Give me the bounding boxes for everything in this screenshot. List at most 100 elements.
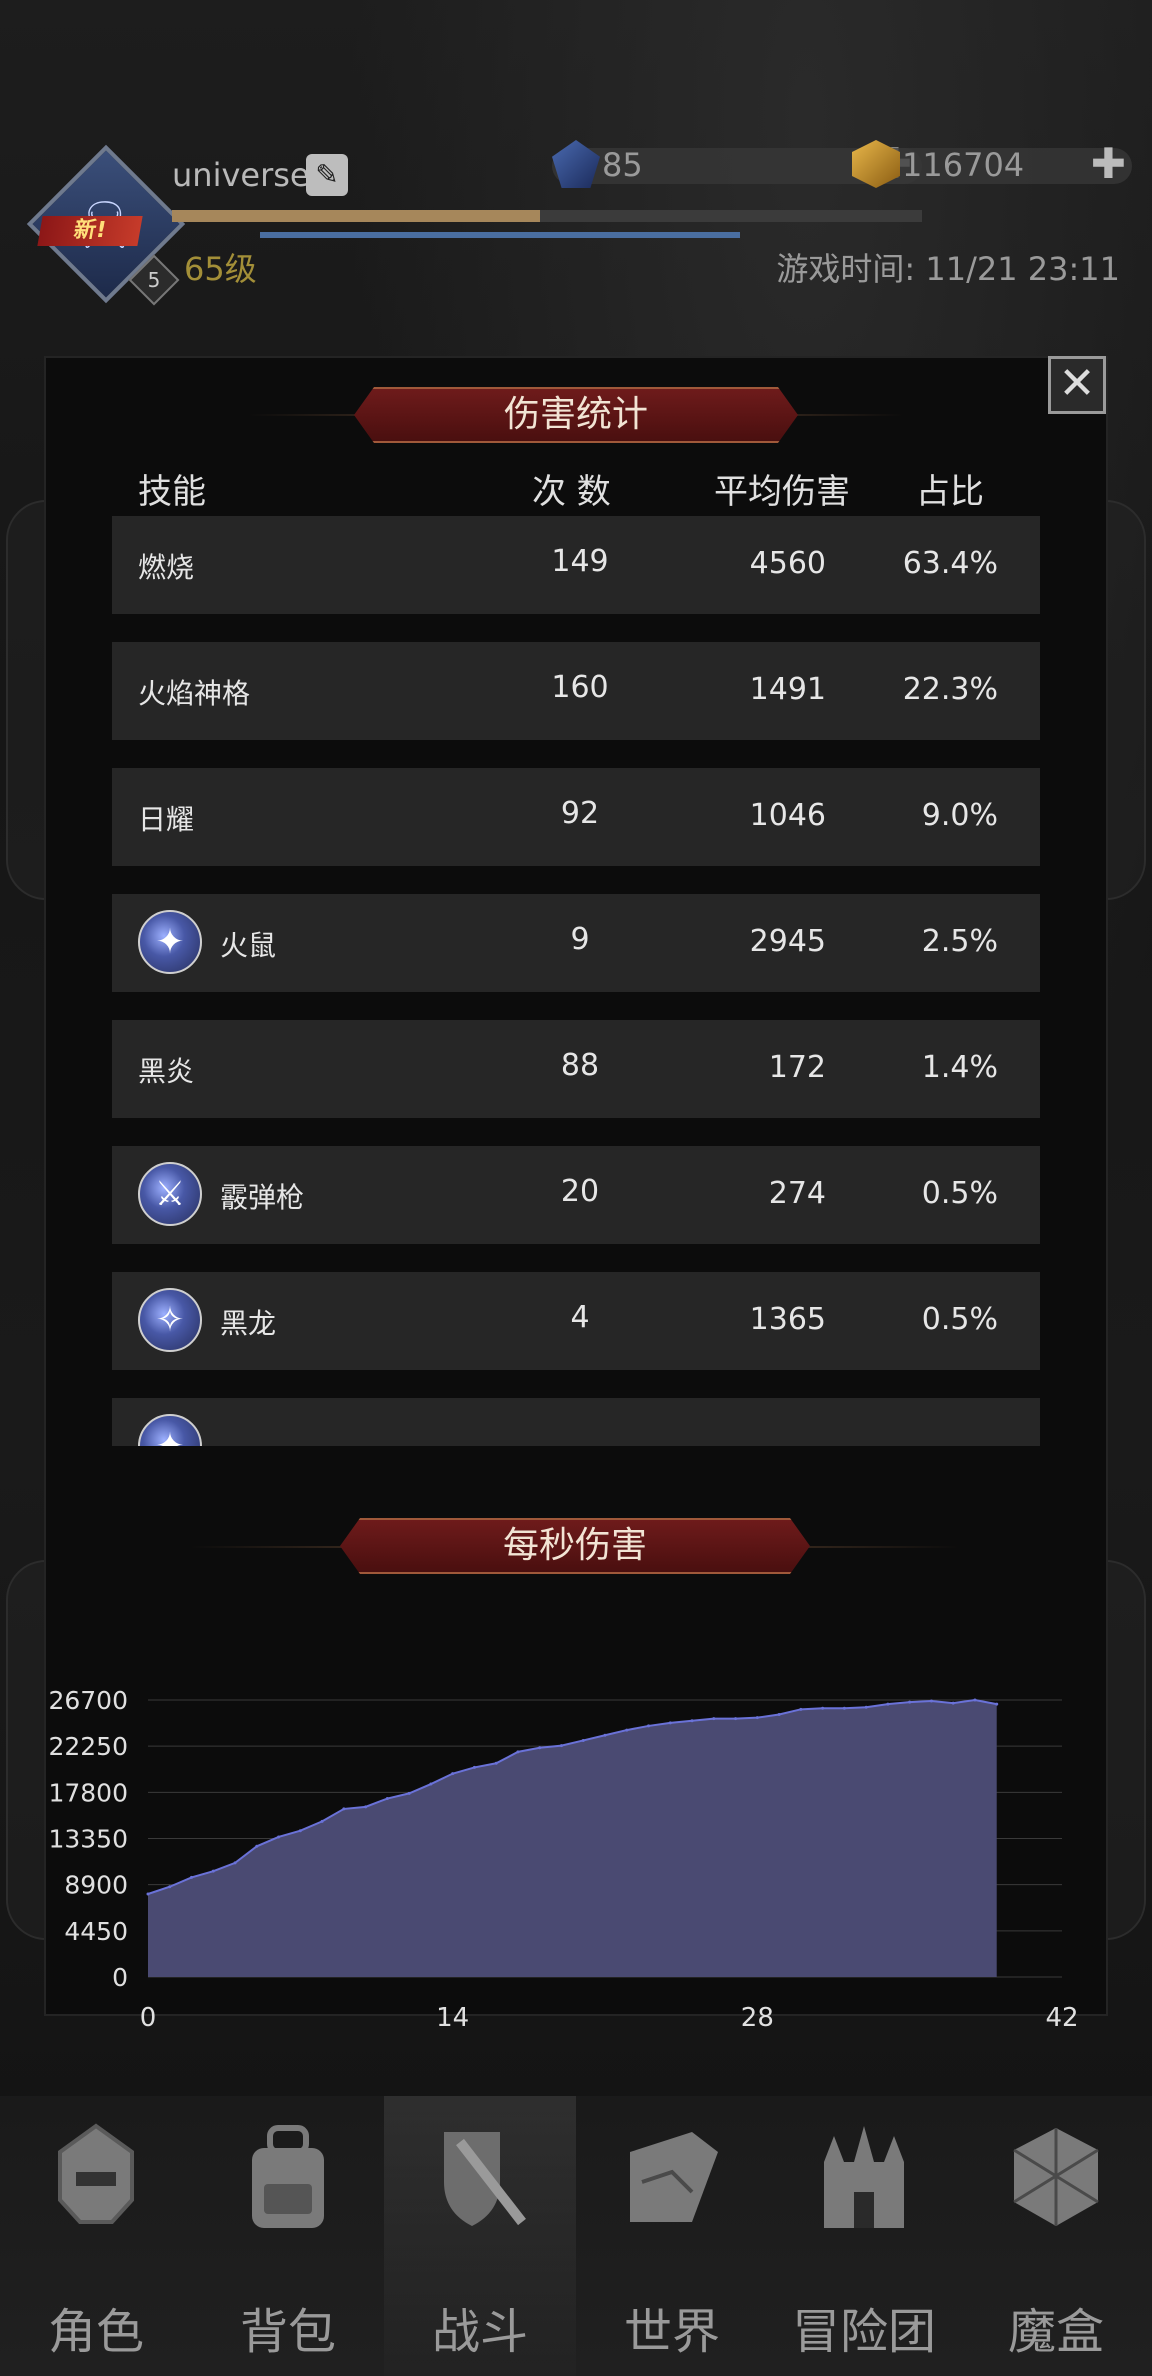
dps-point: [951, 1701, 955, 1705]
table-row: ⚔ 霰弹枪 20 274 0.5%: [112, 1146, 1040, 1244]
skill-avg-damage: 1046: [749, 798, 826, 833]
skill-count: 149: [551, 544, 609, 579]
dps-point: [625, 1728, 629, 1732]
x-tick-label: 28: [741, 2003, 774, 2033]
dps-point: [603, 1733, 607, 1737]
dps-point: [168, 1885, 172, 1889]
dps-point: [995, 1702, 999, 1706]
skill-avg-damage: 1491: [749, 672, 826, 707]
dps-point: [734, 1717, 738, 1721]
dps-point: [908, 1700, 912, 1704]
dps-point: [559, 1744, 563, 1748]
y-tick-label: 22250: [48, 1732, 128, 1761]
exp-bar: [172, 210, 922, 222]
skill-name: 火鼠: [220, 929, 277, 962]
nav-tab-3[interactable]: 世界: [576, 2096, 768, 2376]
dps-point: [516, 1750, 520, 1754]
nav-label: 世界: [623, 2304, 720, 2360]
skill-damage-share: 0.5%: [921, 1176, 998, 1211]
dps-point: [211, 1869, 215, 1873]
dps-point: [451, 1772, 455, 1776]
damage-stats-title: 伤害统计: [354, 387, 798, 443]
dps-point: [538, 1746, 542, 1750]
y-tick-label: 13350: [48, 1825, 128, 1854]
dps-point: [472, 1765, 476, 1769]
table-row: ✦ 火鼠 9 2945 2.5%: [112, 894, 1040, 992]
nav-tab-5[interactable]: 魔盒: [960, 2096, 1152, 2376]
column-header-count: 次 数: [532, 472, 611, 512]
skill-name: 黑炎: [138, 1055, 195, 1088]
dps-point: [690, 1719, 694, 1723]
dps-point: [777, 1713, 781, 1717]
skill-damage-share: 9.0%: [921, 798, 998, 833]
magic-cube-icon: [1006, 2122, 1106, 2232]
backpack-icon: [238, 2122, 338, 2232]
table-row: 燃烧 149 4560 63.4%: [112, 516, 1040, 614]
skill-count: 160: [551, 670, 609, 705]
damage-table[interactable]: 燃烧 149 4560 63.4% 火焰神格 160 1491 22.3% 日耀 92 1046 9.…: [112, 516, 1040, 1446]
dps-point: [973, 1698, 977, 1702]
table-row: ✦: [112, 1398, 1040, 1446]
dps-point: [342, 1807, 346, 1811]
column-header-skill: 技能: [138, 472, 206, 512]
y-tick-label: 8900: [64, 1871, 128, 1900]
dps-point: [364, 1805, 368, 1809]
edit-name-icon[interactable]: ✎: [306, 154, 348, 196]
gold-count: 116704: [902, 146, 1025, 184]
nav-label: 魔盒: [1007, 2304, 1104, 2360]
column-header-pct: 占比: [916, 472, 984, 512]
username: universe: [172, 156, 310, 194]
dps-point: [799, 1707, 803, 1711]
dps-point: [494, 1761, 498, 1765]
dps-point: [821, 1706, 825, 1710]
skill-damage-share: 1.4%: [921, 1050, 998, 1085]
table-row: 黑炎 88 172 1.4%: [112, 1020, 1040, 1118]
skill-count: 9: [570, 922, 590, 957]
y-tick-label: 0: [112, 1963, 128, 1992]
fire-rat-skill-icon: ✦: [138, 910, 202, 974]
skill-count: 20: [560, 1174, 600, 1209]
skill-avg-damage: 2945: [749, 924, 826, 959]
x-tick-label: 14: [436, 2003, 469, 2033]
dps-point: [647, 1724, 651, 1728]
skill-name: 燃烧: [138, 551, 195, 584]
skill-count: 92: [560, 796, 600, 831]
dps-point: [320, 1819, 324, 1823]
skill-damage-share: 22.3%: [902, 672, 998, 707]
dps-point: [755, 1716, 759, 1720]
skill-name: 黑龙: [220, 1307, 277, 1340]
dps-point: [842, 1706, 846, 1710]
game-time: 游戏时间: 11/21 23:11: [776, 250, 1120, 288]
nav-tab-2[interactable]: 战斗: [384, 2096, 576, 2376]
skill-damage-share: 0.5%: [921, 1302, 998, 1337]
add-gold-button[interactable]: ✚: [1091, 140, 1126, 188]
skill-name: 日耀: [138, 803, 195, 836]
skill-count: 4: [570, 1300, 590, 1335]
dps-point: [712, 1717, 716, 1721]
dps-point: [255, 1844, 259, 1848]
exp-bar-fill: [172, 210, 540, 222]
nav-label: 战斗: [431, 2304, 528, 2360]
player-avatar[interactable]: ☠ 新! 5: [26, 144, 186, 306]
skill-name: 火焰神格: [138, 677, 251, 710]
dps-title: 每秒伤害: [340, 1518, 810, 1574]
skill-damage-share: 2.5%: [921, 924, 998, 959]
black-dragon-skill-icon: ✧: [138, 1288, 202, 1352]
close-button[interactable]: ✕: [1048, 356, 1106, 414]
nav-label: 冒险团: [791, 2304, 936, 2360]
table-row: 火焰神格 160 1491 22.3%: [112, 642, 1040, 740]
dps-point: [407, 1791, 411, 1795]
helmet-icon: [46, 2122, 146, 2232]
dps-point: [190, 1875, 194, 1879]
dps-point: [146, 1892, 150, 1896]
dps-point: [429, 1782, 433, 1786]
nav-tab-1[interactable]: 背包: [192, 2096, 384, 2376]
x-tick-label: 42: [1045, 2003, 1078, 2033]
skill-avg-damage: 274: [768, 1176, 826, 1211]
partial-skill-icon: ✦: [138, 1414, 202, 1446]
nav-tab-0[interactable]: 角色: [0, 2096, 192, 2376]
table-row: ✧ 黑龙 4 1365 0.5%: [112, 1272, 1040, 1370]
nav-tab-4[interactable]: 冒险团: [768, 2096, 960, 2376]
dps-point: [886, 1702, 890, 1706]
dps-chart: 0 4450 8900 13350 17800 22250 26700 0 14 28 42: [48, 1686, 1078, 2033]
